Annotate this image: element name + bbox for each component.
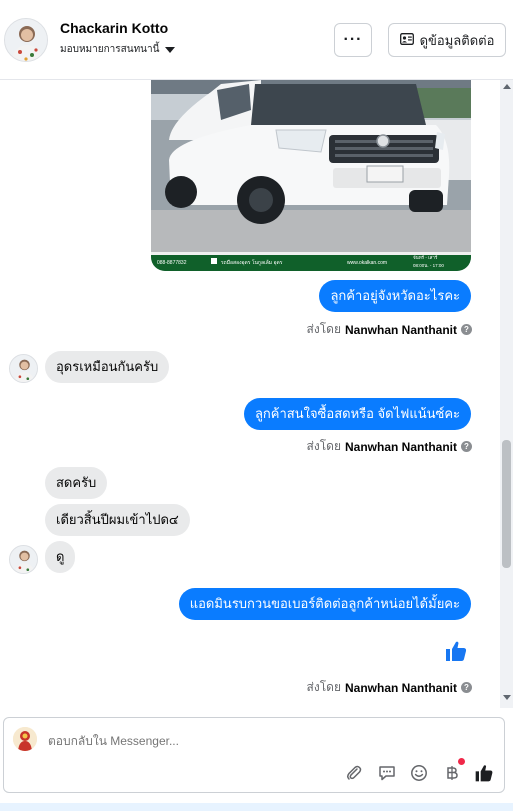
car-photo-attachment[interactable]: 088-8877832 รถมือสองอุดร โนกูลเล้ม อุดร …	[151, 80, 471, 271]
message-incoming[interactable]: ดู	[45, 541, 76, 573]
message-outgoing[interactable]: ลูกค้าอยู่จังหวัดอะไรคะ	[319, 280, 471, 312]
message-incoming[interactable]: สดครับ	[45, 467, 108, 499]
sent-by-line: ส่งโดย Nanwhan Nanthanit ?	[307, 320, 472, 339]
page-avatar	[13, 727, 37, 751]
chat-bubble-icon[interactable]	[376, 762, 398, 784]
notification-dot	[458, 758, 465, 765]
caption-phone: 088-8877832	[157, 260, 187, 266]
smiley-icon[interactable]	[408, 762, 430, 784]
conversation-header: Chackarin Kotto มอบหมายการสนทนานี้ ··· ด…	[0, 0, 513, 80]
sent-by-line: ส่งโดย Nanwhan Nanthanit ?	[307, 678, 472, 697]
message-thread[interactable]: 088-8877832 รถมือสองอุดร โนกูลเล้ม อุดร …	[0, 80, 500, 708]
contact-card-icon	[399, 32, 414, 48]
assign-label: มอบหมายการสนทนานี้	[60, 44, 160, 55]
contact-avatar-small[interactable]	[9, 354, 38, 383]
thumbs-up-icon[interactable]	[444, 639, 468, 663]
chevron-down-icon	[165, 46, 176, 53]
reply-composer	[3, 717, 505, 793]
caption-hours: 08:00น. - 17:00	[413, 263, 444, 268]
sent-by-prefix: ส่งโดย	[306, 680, 341, 694]
more-options-button[interactable]: ···	[334, 23, 372, 57]
help-icon[interactable]: ?	[461, 682, 472, 693]
contact-avatar[interactable]	[4, 18, 48, 62]
message-incoming[interactable]: อุดรเหมือนกันครับ	[45, 351, 170, 383]
scroll-down-arrow-icon[interactable]	[503, 695, 511, 700]
bottom-strip	[0, 803, 513, 811]
view-contact-info-label: ดูข้อมูลติดต่อ	[419, 32, 495, 48]
sent-by-prefix: ส่งโดย	[306, 322, 341, 336]
help-icon[interactable]: ?	[461, 324, 472, 335]
thumbs-up-icon[interactable]	[473, 762, 495, 784]
scrollbar-track[interactable]	[500, 80, 513, 708]
message-incoming[interactable]: เดียวสิ้นปีผมเข้าไปด๔	[45, 504, 190, 536]
sender-name: Nanwhan Nanthanit	[344, 680, 457, 695]
paperclip-icon[interactable]	[343, 762, 365, 784]
contact-avatar-small[interactable]	[9, 545, 38, 574]
sender-name: Nanwhan Nanthanit	[344, 322, 457, 337]
message-outgoing[interactable]: ลูกค้าสนใจซื้อสดหรือ จัดไฟแน้นซ์คะ	[243, 398, 471, 430]
sent-by-prefix: ส่งโดย	[306, 439, 341, 453]
caption-days: จันทร์ - เสาร์	[413, 254, 438, 260]
caption-site: www.okalkan.com	[347, 260, 387, 266]
caption-page: รถมือสองอุดร โนกูลเล้ม อุดร	[221, 259, 283, 266]
contact-name: Chackarin Kotto	[60, 20, 169, 36]
help-icon[interactable]: ?	[461, 441, 472, 452]
assign-conversation-dropdown[interactable]: มอบหมายการสนทนานี้	[60, 42, 176, 57]
scroll-up-arrow-icon[interactable]	[503, 84, 511, 89]
sent-by-line: ส่งโดย Nanwhan Nanthanit ?	[307, 437, 472, 456]
reply-input[interactable]	[48, 734, 348, 748]
baht-icon[interactable]	[441, 762, 463, 784]
scrollbar-thumb[interactable]	[502, 440, 511, 568]
sender-name: Nanwhan Nanthanit	[344, 439, 457, 454]
view-contact-info-button[interactable]: ดูข้อมูลติดต่อ	[388, 23, 506, 57]
message-outgoing[interactable]: แอดมินรบกวนขอเบอร์ติดต่อลูกค้าหน่อยได้มั…	[178, 588, 471, 620]
